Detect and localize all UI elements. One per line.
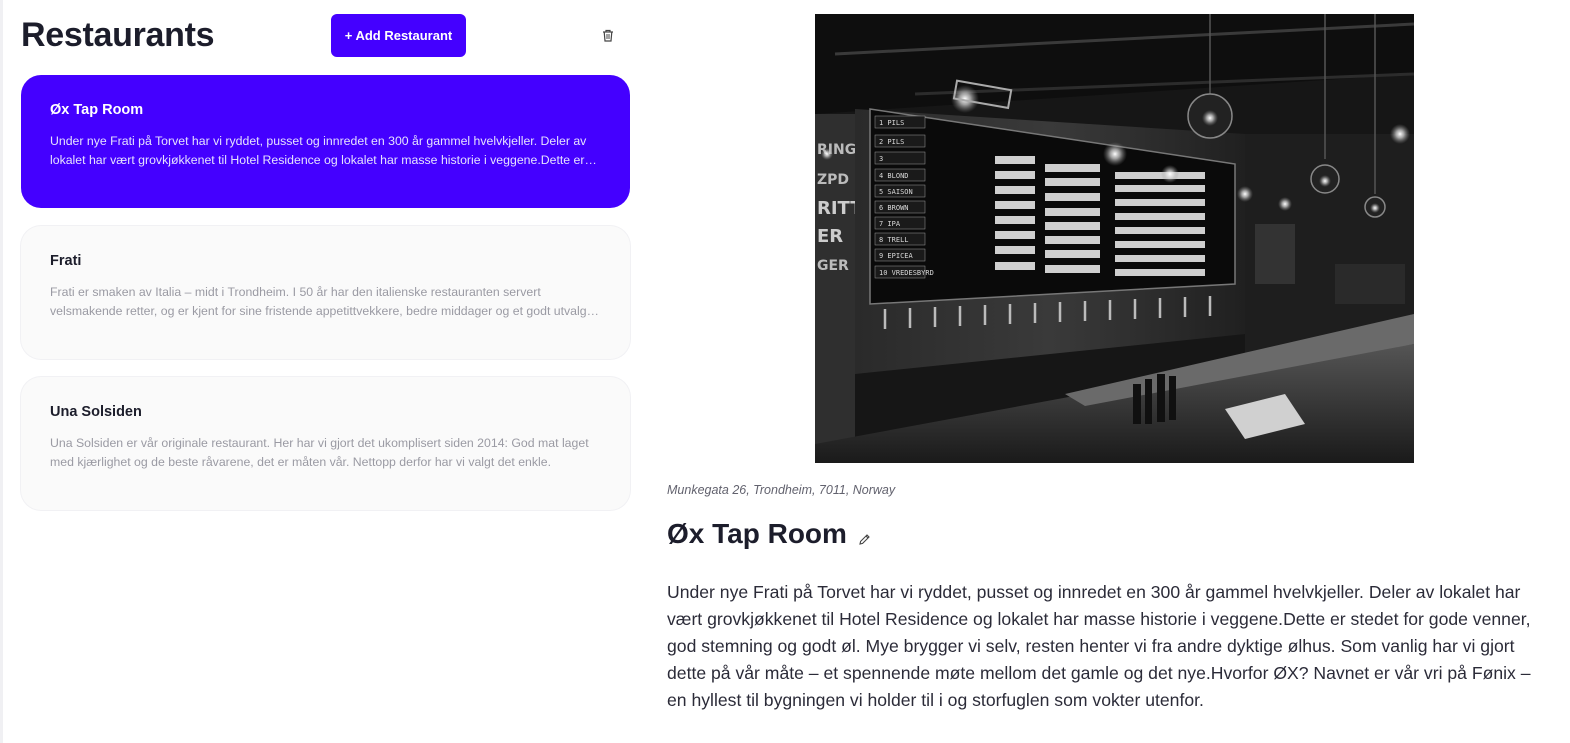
svg-text:ZPD: ZPD [817, 172, 849, 188]
restaurant-card-ox-tap-room[interactable]: Øx Tap Room Under nye Frati på Torvet ha… [21, 75, 630, 208]
svg-text:10 VREDESBYRD: 10 VREDESBYRD [879, 269, 934, 277]
svg-text:1 PILS: 1 PILS [879, 119, 904, 127]
restaurant-card-description: Under nye Frati på Torvet har vi ryddet,… [50, 134, 587, 167]
svg-text:7 IPA: 7 IPA [879, 220, 901, 228]
svg-text:ER: ER [817, 226, 843, 247]
restaurant-card-frati[interactable]: Frati Frati er smaken av Italia – midt i… [21, 226, 630, 359]
left-border [0, 0, 3, 743]
restaurant-list: Øx Tap Room Under nye Frati på Torvet ha… [21, 75, 630, 528]
restaurant-description: Under nye Frati på Torvet har vi ryddet,… [667, 582, 1531, 710]
svg-text:3: 3 [879, 155, 883, 163]
svg-text:GER: GER [817, 258, 849, 274]
trash-icon [603, 29, 613, 42]
svg-text:9 EPICEA: 9 EPICEA [879, 252, 914, 260]
restaurant-photo: RING ZPD RITT ER GER 1 PILS 2 PILS 3 4 B… [815, 14, 1414, 463]
svg-text:2 PILS: 2 PILS [879, 138, 904, 146]
page-title: Restaurants [21, 16, 215, 54]
restaurant-card-title: Una Solsiden [50, 404, 142, 420]
restaurant-address: Munkegata 26, Trondheim, 7011, Norway [667, 483, 896, 497]
restaurant-card-una-solsiden[interactable]: Una Solsiden Una Solsiden er vår origina… [21, 377, 630, 510]
add-restaurant-button[interactable]: + Add Restaurant [331, 14, 466, 57]
pencil-icon [858, 533, 870, 545]
svg-text:8 TRELL: 8 TRELL [879, 236, 909, 244]
restaurant-name-heading: Øx Tap Room [667, 518, 847, 549]
delete-button[interactable] [597, 24, 619, 46]
restaurant-card-title: Øx Tap Room [50, 102, 144, 118]
edit-name-button[interactable] [855, 530, 873, 548]
svg-text:6 BROWN: 6 BROWN [879, 204, 909, 212]
restaurant-card-title: Frati [50, 253, 82, 269]
svg-text:4 BLOND: 4 BLOND [879, 172, 909, 180]
restaurant-card-description: Frati er smaken av Italia – midt i Trond… [50, 285, 587, 318]
svg-text:5 SAISON: 5 SAISON [879, 188, 913, 196]
restaurant-card-description: Una Solsiden er vår originale restaurant… [50, 436, 589, 469]
